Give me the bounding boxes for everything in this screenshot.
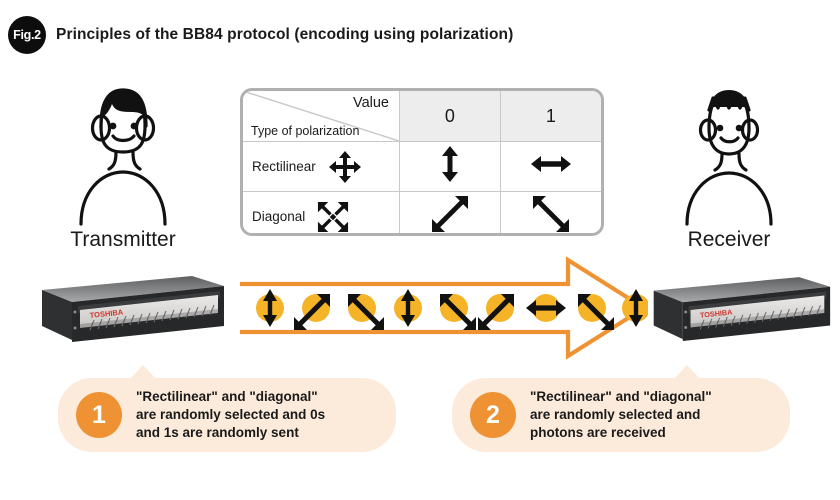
photon-7 <box>526 294 566 322</box>
rack-server-icon: TOSHIBA <box>42 276 224 342</box>
arrow-diagonal-down-icon <box>532 196 569 232</box>
caption-number-badge-2: 2 <box>470 392 516 438</box>
four-way-cross-arrow-icon <box>328 150 361 183</box>
photon-8 <box>578 294 614 330</box>
photon-channel <box>238 256 648 360</box>
row-label-diagonal-text: Diagonal <box>252 209 306 224</box>
figure-number-badge: Fig.2 <box>8 16 46 54</box>
table-row-rectilinear: Rectilinear <box>243 141 601 192</box>
figure-title-row: Fig.2 Principles of the BB84 protocol (e… <box>8 16 513 54</box>
caption-bubble-2: 2 "Rectilinear" and "diagonal" are rando… <box>452 365 790 452</box>
table-corner-cell: Value Type of polarization <box>243 91 400 142</box>
caption-number-badge-1: 1 <box>76 392 122 438</box>
arrow-horizontal-icon <box>530 156 571 172</box>
arrow-diagonal-up-icon <box>431 196 468 232</box>
transmitter-label: Transmitter <box>70 228 176 251</box>
photon-4 <box>394 289 422 327</box>
photon-2 <box>294 294 330 330</box>
photon-5 <box>440 294 476 330</box>
transmitter-device: TOSHIBA <box>32 268 228 359</box>
rack-server-icon: TOSHIBA <box>653 277 831 342</box>
caption-text-1: "Rectilinear" and "diagonal" are randoml… <box>136 389 326 440</box>
photon-6 <box>478 294 514 330</box>
receiver-device: TOSHIBA <box>644 268 834 359</box>
row-label-rectilinear-text: Rectilinear <box>252 159 316 174</box>
transmitter-actor: Transmitter <box>28 86 218 252</box>
receiver-label: Receiver <box>687 228 771 251</box>
row-label-diagonal: Diagonal <box>243 191 400 233</box>
cell-rectilinear-1 <box>499 141 601 192</box>
table-col-header-label: Value <box>352 95 389 111</box>
caption-text-2: "Rectilinear" and "diagonal" are randoml… <box>530 389 712 440</box>
cell-rectilinear-0 <box>399 141 501 192</box>
arrow-vertical-icon <box>441 146 458 182</box>
caption-bubble-1: 1 "Rectilinear" and "diagonal" are rando… <box>58 365 396 452</box>
bubble-tail-icon <box>674 365 700 379</box>
table-col-header-0: 0 <box>399 91 501 142</box>
page-title: Principles of the BB84 protocol (encodin… <box>56 26 514 43</box>
photon-1 <box>256 289 284 327</box>
table-row-diagonal: Diagonal <box>243 191 601 233</box>
person-bob-hair-icon <box>79 88 167 226</box>
table-header-row: Value Type of polarization 0 1 <box>243 91 601 142</box>
bubble-tail-icon <box>130 365 156 379</box>
cell-diagonal-1 <box>499 191 601 233</box>
row-label-rectilinear: Rectilinear <box>243 141 400 192</box>
cell-diagonal-0 <box>399 191 501 233</box>
table-row-header-label: Type of polarization <box>251 124 360 138</box>
receiver-actor: Receiver <box>634 86 824 252</box>
photon-3 <box>348 294 384 330</box>
table-col-header-1: 1 <box>499 91 601 142</box>
four-way-diagonal-arrow-icon <box>318 201 349 232</box>
polarization-encoding-table: Value Type of polarization 0 1 Rectiline… <box>240 88 604 236</box>
person-spiky-hair-icon <box>685 90 773 226</box>
